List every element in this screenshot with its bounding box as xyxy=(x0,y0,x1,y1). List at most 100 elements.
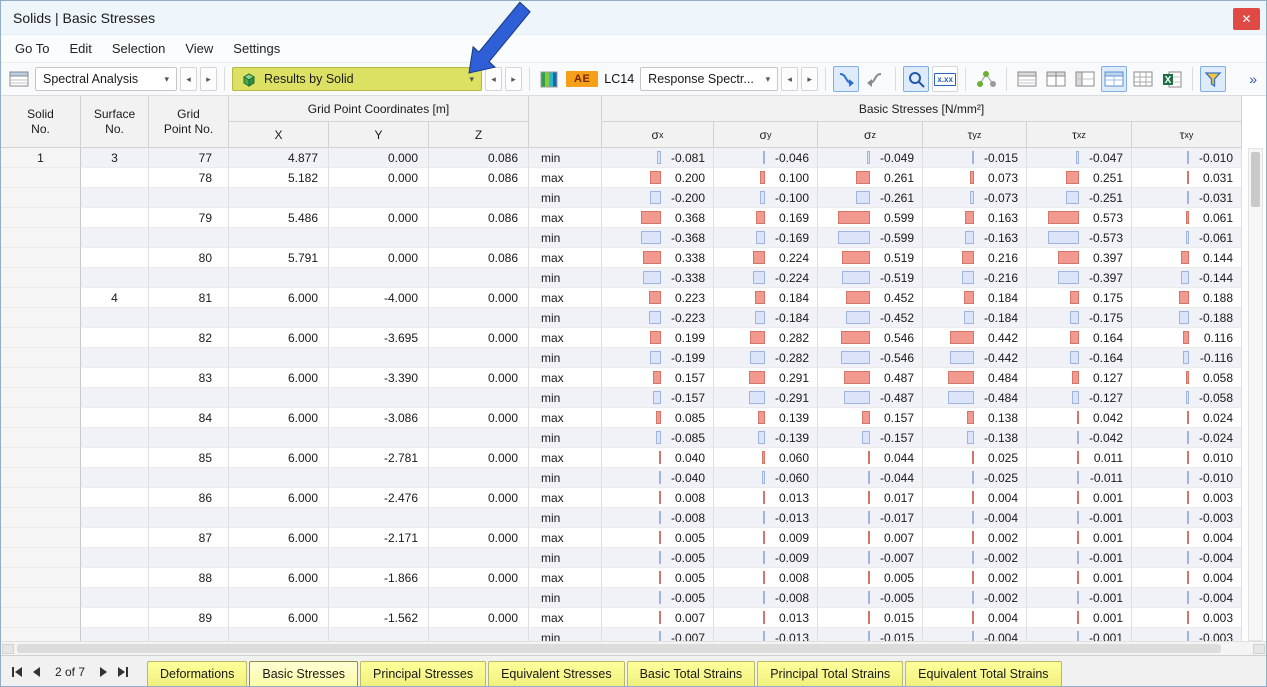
toolbar-separator xyxy=(825,67,826,91)
coord-y-cell: -3.086 xyxy=(329,408,429,428)
last-page-button[interactable] xyxy=(113,661,133,683)
table-row[interactable]: min-0.008-0.013-0.017-0.004-0.001-0.003 xyxy=(1,508,1242,528)
menu-go-to[interactable]: Go To xyxy=(5,38,59,59)
stress-value-cell: 0.216 xyxy=(923,248,1027,268)
stress-value: 0.085 xyxy=(675,411,705,425)
table-row[interactable]: min-0.040-0.060-0.044-0.025-0.011-0.010 xyxy=(1,468,1242,488)
vertical-scrollbar[interactable] xyxy=(1248,148,1263,641)
table-row[interactable]: 866.000-2.4760.000max0.0080.0130.0170.00… xyxy=(1,488,1242,508)
stress-value-bar xyxy=(1179,311,1189,324)
horizontal-scrollbar[interactable] xyxy=(1,641,1266,655)
stress-value-bar xyxy=(763,571,765,584)
node-graph-icon[interactable] xyxy=(973,66,999,92)
loadcase-combo[interactable]: Response Spectr... ▾ xyxy=(640,67,778,91)
stress-value-cell: 0.010 xyxy=(1132,448,1242,468)
table-row[interactable]: 836.000-3.3900.000max0.1570.2910.4870.48… xyxy=(1,368,1242,388)
table-row[interactable]: min-0.005-0.008-0.005-0.002-0.001-0.004 xyxy=(1,588,1242,608)
table-row[interactable]: 805.7910.0000.086max0.3380.2240.5190.216… xyxy=(1,248,1242,268)
first-page-icon xyxy=(11,666,23,678)
solid-no-cell xyxy=(1,408,81,428)
loadcase-next-button[interactable]: ▸ xyxy=(801,67,818,91)
stress-value: -0.042 xyxy=(1089,431,1123,445)
stress-value-cell: -0.599 xyxy=(818,228,923,248)
analysis-next-button[interactable]: ▸ xyxy=(200,67,217,91)
table-layout-2-icon[interactable] xyxy=(1043,66,1069,92)
loadcase-id: LC14 xyxy=(601,72,637,86)
tab-basic-total-strains[interactable]: Basic Total Strains xyxy=(627,661,756,687)
table-manager-icon[interactable] xyxy=(6,66,32,92)
stress-value: -0.261 xyxy=(880,191,914,205)
table-row[interactable]: 846.000-3.0860.000max0.0850.1390.1570.13… xyxy=(1,408,1242,428)
table-row[interactable]: min-0.199-0.282-0.546-0.442-0.164-0.116 xyxy=(1,348,1242,368)
vertical-scrollbar-thumb[interactable] xyxy=(1251,152,1260,207)
next-page-button[interactable] xyxy=(93,661,113,683)
numeric-values-icon[interactable]: x.xx xyxy=(932,66,958,92)
close-button[interactable]: ✕ xyxy=(1233,8,1260,30)
table-display-icon[interactable] xyxy=(1101,66,1127,92)
menu-settings[interactable]: Settings xyxy=(223,38,290,59)
table-row[interactable]: 13774.8770.0000.086min-0.081-0.046-0.049… xyxy=(1,148,1242,168)
col-header-tau-xz: τxz xyxy=(1027,122,1132,148)
show-all-results-icon[interactable] xyxy=(862,66,888,92)
table-row[interactable]: min-0.200-0.100-0.261-0.073-0.251-0.031 xyxy=(1,188,1242,208)
tab-equivalent-stresses[interactable]: Equivalent Stresses xyxy=(488,661,624,687)
menu-selection[interactable]: Selection xyxy=(102,38,175,59)
table-grid-icon[interactable] xyxy=(1130,66,1156,92)
search-result-values-icon[interactable] xyxy=(903,66,929,92)
results-prev-button[interactable]: ◂ xyxy=(485,67,502,91)
toolbar-separator xyxy=(224,67,225,91)
table-row[interactable]: 896.000-1.5620.000max0.0070.0130.0150.00… xyxy=(1,608,1242,628)
tab-deformations[interactable]: Deformations xyxy=(147,661,247,687)
horizontal-scrollbar-thumb[interactable] xyxy=(17,644,1221,653)
table-row[interactable]: 795.4860.0000.086max0.3680.1690.5990.163… xyxy=(1,208,1242,228)
stress-value: -0.004 xyxy=(1199,551,1233,565)
analysis-combo[interactable]: Spectral Analysis ▾ xyxy=(35,67,177,91)
table-row[interactable]: min-0.338-0.224-0.519-0.216-0.397-0.144 xyxy=(1,268,1242,288)
table-row[interactable]: min-0.005-0.009-0.007-0.002-0.001-0.004 xyxy=(1,548,1242,568)
toolbar-overflow-chevron[interactable]: » xyxy=(1249,71,1261,87)
tab-principal-total-strains[interactable]: Principal Total Strains xyxy=(757,661,903,687)
table-row[interactable]: min-0.007-0.013-0.015-0.004-0.001-0.003 xyxy=(1,628,1242,641)
analysis-prev-button[interactable]: ◂ xyxy=(180,67,197,91)
stress-value-cell: 0.008 xyxy=(602,488,714,508)
menu-view[interactable]: View xyxy=(175,38,223,59)
loadcase-prev-button[interactable]: ◂ xyxy=(781,67,798,91)
table-row[interactable]: min-0.368-0.169-0.599-0.163-0.573-0.061 xyxy=(1,228,1242,248)
scroll-corner-left[interactable] xyxy=(2,644,14,654)
table-row[interactable]: 886.000-1.8660.000max0.0050.0080.0050.00… xyxy=(1,568,1242,588)
stress-value: -0.397 xyxy=(1089,271,1123,285)
coord-z-cell xyxy=(429,468,529,488)
table-row[interactable]: 785.1820.0000.086max0.2000.1000.2610.073… xyxy=(1,168,1242,188)
table-row[interactable]: 4816.000-4.0000.000max0.2230.1840.4520.1… xyxy=(1,288,1242,308)
show-results-icon[interactable] xyxy=(833,66,859,92)
filter-icon[interactable] xyxy=(1200,66,1226,92)
stress-value: 0.073 xyxy=(988,171,1018,185)
first-page-button[interactable] xyxy=(7,661,27,683)
table-row[interactable]: min-0.157-0.291-0.487-0.484-0.127-0.058 xyxy=(1,388,1242,408)
results-next-button[interactable]: ▸ xyxy=(505,67,522,91)
table-layout-3-icon[interactable] xyxy=(1072,66,1098,92)
tab-equivalent-total-strains[interactable]: Equivalent Total Strains xyxy=(905,661,1061,687)
table-row[interactable]: 826.000-3.6950.000max0.1990.2820.5460.44… xyxy=(1,328,1242,348)
stress-value: 0.017 xyxy=(884,491,914,505)
tab-principal-stresses[interactable]: Principal Stresses xyxy=(360,661,486,687)
stress-value: -0.139 xyxy=(775,431,809,445)
tab-basic-stresses[interactable]: Basic Stresses xyxy=(249,661,358,687)
table-row[interactable]: min-0.085-0.139-0.157-0.138-0.042-0.024 xyxy=(1,428,1242,448)
scroll-corner-right[interactable] xyxy=(1253,644,1265,654)
prev-page-button[interactable] xyxy=(27,661,47,683)
coord-z-cell: 0.086 xyxy=(429,248,529,268)
table-row[interactable]: 856.000-2.7810.000max0.0400.0600.0440.02… xyxy=(1,448,1242,468)
results-mode-combo[interactable]: Results by Solid ▾ xyxy=(232,67,482,91)
excel-export-icon[interactable]: X xyxy=(1159,66,1185,92)
extreme-kind-cell: min xyxy=(529,308,602,328)
color-scale-icon[interactable] xyxy=(537,66,563,92)
stress-value: -0.164 xyxy=(1089,351,1123,365)
grid-point-no-cell xyxy=(149,188,229,208)
stress-value-bar xyxy=(1077,491,1079,504)
extreme-kind-cell: max xyxy=(529,448,602,468)
table-row[interactable]: 876.000-2.1710.000max0.0050.0090.0070.00… xyxy=(1,528,1242,548)
table-row[interactable]: min-0.223-0.184-0.452-0.184-0.175-0.188 xyxy=(1,308,1242,328)
table-layout-1-icon[interactable] xyxy=(1014,66,1040,92)
menu-edit[interactable]: Edit xyxy=(59,38,101,59)
